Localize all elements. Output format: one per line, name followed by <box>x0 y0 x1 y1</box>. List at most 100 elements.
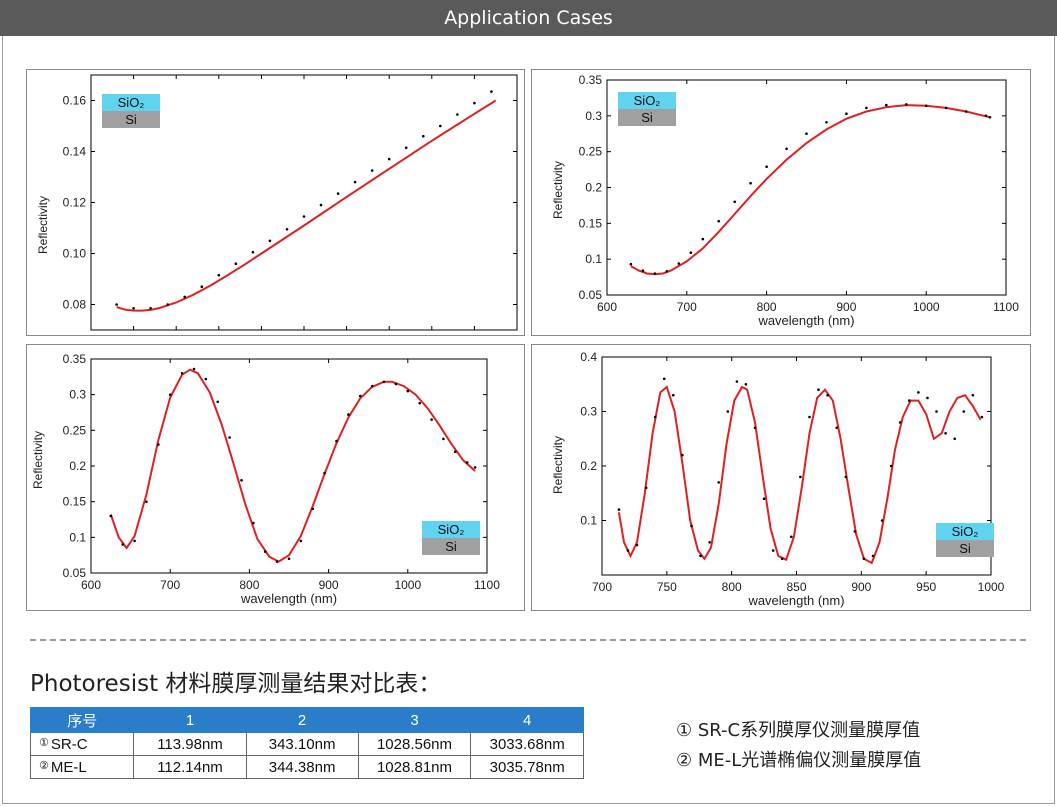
chart-panel-3: 600 700 800 900 1000 1100 0.05 0.1 0.15 0.2 0.25 0.… <box>26 344 525 611</box>
x-tick-label: 700 <box>592 580 612 594</box>
legend-si-label: Si <box>445 539 457 554</box>
table-row: ① SR-C 113.98nm 343.10nm 1028.56nm 3033.6… <box>29 732 584 756</box>
measured-point <box>988 116 992 119</box>
legend-sio2-label: SiO₂ <box>952 524 979 539</box>
legend-sio2-label: SiO₂ <box>118 95 145 110</box>
table-header-cell: 3 <box>357 707 472 733</box>
table-cell: 343.10nm <box>245 732 359 756</box>
y-tick-label: 0.12 <box>63 196 87 210</box>
x-tick-label: 950 <box>916 580 936 594</box>
measured-point <box>115 303 118 306</box>
measured-point <box>944 432 947 435</box>
measured-point <box>204 377 208 381</box>
fit-series-line <box>116 99 497 312</box>
x-tick-label: 1000 <box>394 578 421 592</box>
measured-point <box>835 426 838 430</box>
measured-point <box>785 147 788 151</box>
row-label: ② ME-L <box>29 755 135 779</box>
measured-point <box>157 443 160 446</box>
y-tick-label: 0.08 <box>63 298 87 312</box>
measured-point <box>240 479 243 482</box>
chart-svg: 600 700 800 900 1000 1100 0.05 0.1 0.15 0.2 0.25 0.… <box>551 73 1019 328</box>
measured-point <box>268 239 272 243</box>
measured-point <box>889 464 893 468</box>
measured-point <box>726 410 730 413</box>
row-label-text: SR-C <box>50 735 88 753</box>
y-tick-label: 0.35 <box>579 73 603 87</box>
comparison-title: Photoresist 材料膜厚测量结果对比表： <box>30 671 442 697</box>
y-tick-label: 0.1 <box>585 252 602 266</box>
measured-point <box>771 549 775 552</box>
measured-point <box>359 394 362 398</box>
y-tick-label: 0.10 <box>63 247 87 261</box>
legend-sio2-label: SiO₂ <box>438 522 465 537</box>
header-bar: Application Cases <box>0 0 1057 36</box>
y-tick-label: 0.35 <box>63 352 87 366</box>
measured-point <box>735 380 739 383</box>
measured-point <box>708 541 711 544</box>
row-label-text: ME-L <box>50 758 87 776</box>
measured-point <box>302 215 306 218</box>
measured-point <box>319 203 323 207</box>
y-tick-label: 0.15 <box>579 216 603 230</box>
measured-point <box>962 410 966 413</box>
measured-point <box>689 251 693 254</box>
fit-series-line <box>630 104 991 276</box>
measured-point <box>454 450 457 453</box>
measured-point <box>644 486 648 490</box>
chart-panel-4: 700 750 800 850 900 950 1000 0.1 0.2 0.3 0.4 wavele… <box>531 344 1031 611</box>
measured-point <box>677 262 681 265</box>
measured-point <box>790 535 793 539</box>
table-cell: 113.98nm <box>133 732 247 756</box>
measured-point <box>251 250 255 254</box>
measured-point <box>672 393 675 397</box>
row-marker: ① <box>39 736 49 749</box>
y-tick-label: 0.3 <box>585 109 602 123</box>
table-header-cell: 4 <box>470 707 584 733</box>
legend-si-label: Si <box>959 541 971 556</box>
note-line: ② ME-L光谱椭偏仪测量膜厚值 <box>676 750 922 771</box>
measured-point <box>817 388 820 391</box>
measured-point <box>311 507 315 511</box>
measured-point <box>394 382 398 386</box>
measured-point <box>234 262 238 265</box>
y-tick-label: 0.1 <box>580 514 597 528</box>
measured-point <box>335 439 338 443</box>
measured-point <box>681 453 684 457</box>
measured-point <box>180 372 184 375</box>
measured-point <box>717 219 720 223</box>
x-tick-label: 900 <box>836 300 856 314</box>
table-cell: 3033.68nm <box>470 732 584 756</box>
chart-svg: 6006507007508008509009501000105011000.08… <box>36 74 530 363</box>
measured-point <box>926 396 929 400</box>
table-cell: 1028.56nm <box>357 732 472 756</box>
x-tick-label: 800 <box>722 580 742 594</box>
y-tick-label: 0.3 <box>69 388 86 402</box>
y-axis-label: Reflectivity <box>551 436 565 494</box>
x-tick-label: 850 <box>786 580 806 594</box>
y-tick-label: 0.25 <box>63 423 87 437</box>
measured-point <box>370 384 374 388</box>
table-cell: 3035.78nm <box>470 755 584 779</box>
measured-point <box>370 169 374 172</box>
measured-point <box>192 367 196 371</box>
fit-series-line <box>109 368 476 563</box>
measured-point <box>473 101 476 105</box>
measured-point <box>717 481 720 484</box>
measured-point <box>217 273 221 277</box>
y-tick-label: 0.2 <box>69 459 86 473</box>
measured-point <box>109 514 113 518</box>
measured-point <box>964 110 968 113</box>
dashed-divider <box>30 639 1026 641</box>
measured-point <box>418 401 422 405</box>
measured-point <box>799 475 802 479</box>
measured-point <box>665 270 669 273</box>
y-tick-label: 0.25 <box>579 145 603 159</box>
measured-point <box>404 146 408 149</box>
x-tick-label: 900 <box>851 580 871 594</box>
measured-point <box>805 132 808 135</box>
measured-point <box>762 497 766 500</box>
chart-svg: 700 750 800 850 900 950 1000 0.1 0.2 0.3 0.4 wavele… <box>551 350 1005 608</box>
measured-point <box>285 228 289 231</box>
table-header-row: 序号 1 2 3 4 <box>29 707 584 733</box>
